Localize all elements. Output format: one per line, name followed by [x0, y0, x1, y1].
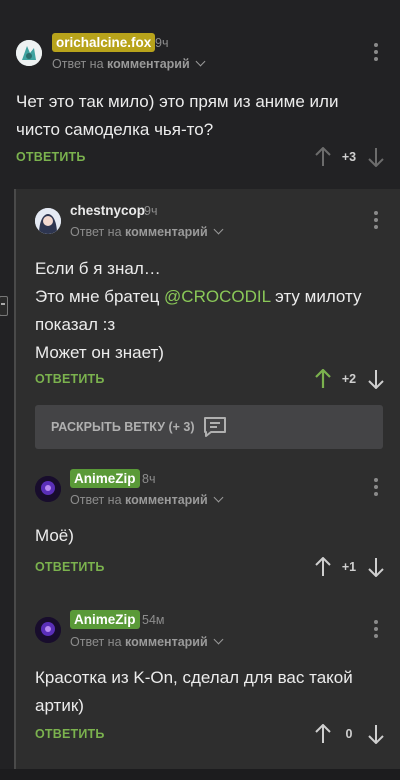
text-line: Моё) — [35, 526, 74, 545]
text-segment: эту милоту — [275, 287, 362, 306]
downvote-arrow-icon[interactable] — [368, 147, 384, 167]
avatar[interactable] — [16, 40, 42, 66]
reply-target: комментарий — [125, 493, 208, 507]
comment-time: 8ч — [142, 472, 156, 486]
avatar[interactable] — [35, 208, 61, 234]
fox-avatar-image — [16, 40, 42, 66]
reply-button[interactable]: ОТВЕТИТЬ — [35, 560, 105, 574]
collapse-thread-handle[interactable] — [0, 296, 8, 316]
avatar[interactable] — [35, 617, 61, 643]
more-menu-icon[interactable] — [374, 211, 378, 232]
reply-button[interactable]: ОТВЕТИТЬ — [35, 727, 105, 741]
text-line: Если б я знал… — [35, 259, 161, 278]
downvote-arrow-icon[interactable] — [368, 369, 384, 389]
comment-text: Если б я знал… Это мне братец @CROCODIL … — [35, 255, 362, 367]
score: +2 — [341, 372, 357, 386]
bottom-separator — [0, 769, 400, 780]
text-line: чисто самоделка чья-то? — [16, 120, 214, 139]
text-segment: Это мне братец — [35, 287, 160, 306]
upvote-arrow-icon[interactable] — [315, 369, 331, 389]
chevron-down-icon — [213, 634, 224, 645]
text-line: Чет это так мило) это прям из аниме или — [16, 92, 339, 111]
avatar[interactable] — [35, 476, 61, 502]
expand-branch-button[interactable]: РАСКРЫТЬ ВЕТКУ (+ 3) — [35, 405, 383, 449]
reply-target: комментарий — [125, 635, 208, 649]
reply-to-link[interactable]: Ответ на комментарий — [52, 56, 206, 71]
comment-text: Чет это так мило) это прям из аниме или … — [16, 88, 338, 144]
reply-target: комментарий — [107, 57, 190, 71]
comment-time: 9ч — [155, 36, 169, 50]
reply-button[interactable]: ОТВЕТИТЬ — [35, 372, 105, 386]
chevron-down-icon — [213, 224, 224, 235]
more-menu-icon[interactable] — [374, 43, 378, 64]
author-name[interactable]: AnimeZip — [70, 469, 140, 488]
thread-line — [14, 189, 16, 769]
author-name[interactable]: chestnycop — [70, 203, 145, 218]
score: +1 — [341, 560, 357, 574]
text-line: Может он знает) — [35, 343, 164, 362]
upvote-arrow-icon[interactable] — [315, 557, 331, 577]
purple-avatar-image — [35, 617, 61, 643]
comment-text: Моё) — [35, 522, 74, 550]
reply-prefix: Ответ на — [70, 635, 122, 649]
chevron-down-icon — [213, 492, 224, 503]
score: +3 — [341, 150, 357, 164]
chevron-down-icon — [195, 56, 206, 67]
upvote-arrow-icon[interactable] — [315, 147, 331, 167]
downvote-arrow-icon[interactable] — [368, 557, 384, 577]
more-menu-icon[interactable] — [374, 620, 378, 641]
reply-to-link[interactable]: Ответ на комментарий — [70, 224, 224, 239]
text-line: Это мне братец @CROCODIL эту милоту — [35, 283, 362, 311]
reply-prefix: Ответ на — [70, 493, 122, 507]
author-name[interactable]: AnimeZip — [70, 610, 140, 629]
upvote-arrow-icon[interactable] — [315, 724, 331, 744]
comment-time: 54м — [142, 613, 165, 627]
more-menu-icon[interactable] — [374, 478, 378, 499]
reply-to-link[interactable]: Ответ на комментарий — [70, 492, 224, 507]
reply-button[interactable]: ОТВЕТИТЬ — [16, 150, 86, 164]
purple-avatar-image — [35, 476, 61, 502]
reply-to-link[interactable]: Ответ на комментарий — [70, 634, 224, 649]
text-line: Красотка из K-On, сделал для вас такой — [35, 668, 353, 687]
score: 0 — [345, 727, 353, 741]
comment-text: Красотка из K-On, сделал для вас такой а… — [35, 664, 353, 720]
reply-prefix: Ответ на — [70, 225, 122, 239]
text-line: показал :з — [35, 315, 116, 334]
comment-time: 9ч — [144, 204, 158, 218]
text-line: артик) — [35, 696, 84, 715]
collapse-thread-handle-icon — [1, 303, 5, 305]
downvote-arrow-icon[interactable] — [368, 724, 384, 744]
expand-branch-label: РАСКРЫТЬ ВЕТКУ (+ 3) — [51, 420, 195, 434]
comment-icon — [204, 417, 226, 437]
anime-avatar-image — [35, 208, 61, 234]
reply-prefix: Ответ на — [52, 57, 104, 71]
author-name[interactable]: orichalcine.fox — [52, 33, 156, 52]
reply-target: комментарий — [125, 225, 208, 239]
user-mention-link[interactable]: @CROCODIL — [164, 287, 270, 306]
